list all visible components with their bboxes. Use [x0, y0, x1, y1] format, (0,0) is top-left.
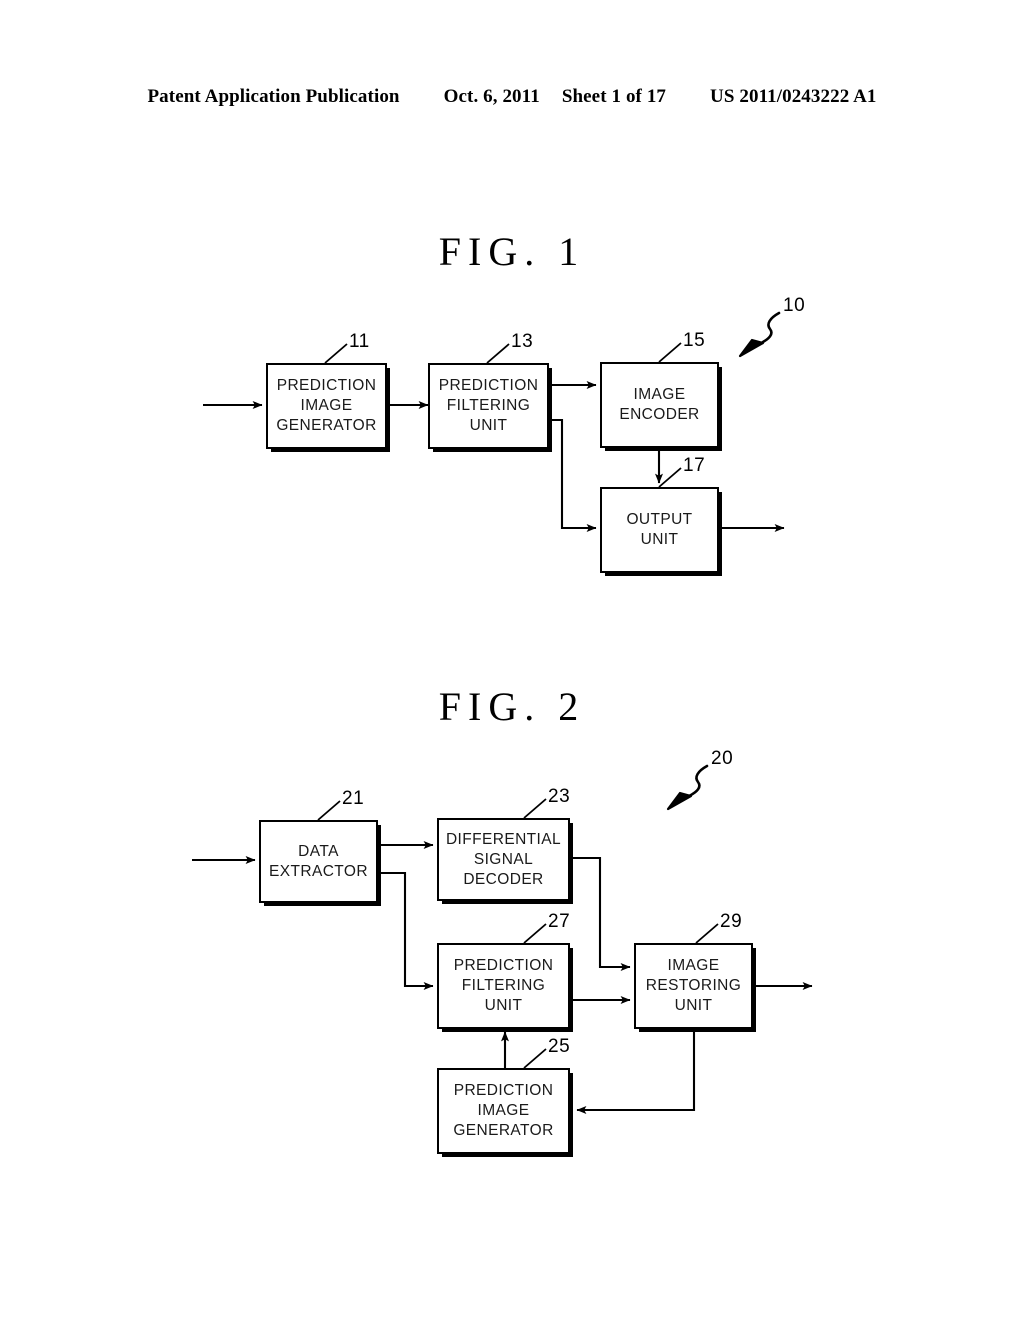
- header-sheet-label: Sheet 1 of 17: [561, 86, 667, 107]
- block-25-line-2: IMAGE: [477, 1102, 530, 1119]
- block-image-encoder-15[interactable]: IMAGE ENCODER: [600, 362, 719, 448]
- block-differential-signal-decoder-23[interactable]: DIFFERENTIAL SIGNAL DECODER: [437, 818, 570, 901]
- block-11-line-1: PREDICTION: [276, 377, 377, 394]
- block-21-line-2: EXTRACTOR: [269, 862, 368, 880]
- block-output-unit-17[interactable]: OUTPUT UNIT: [600, 487, 719, 573]
- block-27-line-2: FILTERING: [461, 977, 546, 994]
- reference-numeral-15: 15: [683, 330, 706, 351]
- block-prediction-image-generator-25[interactable]: PREDICTION IMAGE GENERATOR: [437, 1068, 570, 1154]
- block-data-extractor-21[interactable]: DATA EXTRACTOR: [259, 820, 378, 903]
- block-25-line-1: PREDICTION: [453, 1082, 554, 1099]
- block-23-line-2: SIGNAL: [473, 850, 534, 868]
- block-15-line-2: ENCODER: [619, 406, 700, 423]
- page-header: Patent Application Publication Oct. 6, 2…: [0, 86, 1024, 108]
- reference-numeral-23: 23: [548, 786, 571, 807]
- header-patent-number: US 2011/0243222 A1: [710, 86, 877, 107]
- block-13-line-2: FILTERING: [446, 397, 531, 414]
- block-21-line-1: DATA: [298, 842, 339, 860]
- block-17-line-2: UNIT: [640, 531, 679, 548]
- block-13-line-1: PREDICTION: [438, 377, 539, 394]
- block-17-line-1: OUTPUT: [626, 511, 693, 528]
- reference-numeral-29: 29: [720, 911, 743, 932]
- block-15-line-1: IMAGE: [633, 386, 686, 403]
- reference-numeral-27: 27: [548, 911, 571, 932]
- patent-drawing-page: Patent Application Publication Oct. 6, 2…: [0, 0, 1024, 1320]
- reference-numeral-17: 17: [683, 455, 706, 476]
- block-25-line-3: GENERATOR: [453, 1122, 554, 1139]
- block-29-line-2: RESTORING: [645, 977, 742, 994]
- block-11-line-2: IMAGE: [300, 397, 353, 414]
- block-prediction-image-generator-11[interactable]: PREDICTION IMAGE GENERATOR: [266, 363, 387, 449]
- block-prediction-filtering-unit-13[interactable]: PREDICTION FILTERING UNIT: [428, 363, 549, 449]
- reference-numeral-13: 13: [511, 331, 534, 352]
- assembly-reference-numeral-20: 20: [711, 748, 734, 769]
- figure-1-title: FIG. 1: [438, 229, 586, 274]
- reference-numeral-21: 21: [342, 788, 365, 809]
- figure-2-title: FIG. 2: [438, 684, 586, 729]
- assembly-reference-numeral-10: 10: [783, 295, 806, 316]
- reference-numeral-25: 25: [548, 1036, 571, 1057]
- block-13-line-3: UNIT: [469, 417, 508, 434]
- block-11-line-3: GENERATOR: [276, 417, 377, 434]
- block-prediction-filtering-unit-27[interactable]: PREDICTION FILTERING UNIT: [437, 943, 570, 1029]
- block-23-line-3: DECODER: [463, 870, 544, 888]
- block-image-restoring-unit-29[interactable]: IMAGE RESTORING UNIT: [634, 943, 753, 1029]
- block-29-line-1: IMAGE: [667, 957, 720, 974]
- block-27-line-1: PREDICTION: [453, 957, 554, 974]
- block-27-line-3: UNIT: [484, 997, 523, 1014]
- block-23-line-1: DIFFERENTIAL: [445, 830, 562, 848]
- header-date-label: Oct. 6, 2011: [443, 86, 540, 107]
- block-29-line-3: UNIT: [674, 997, 713, 1014]
- reference-numeral-11: 11: [349, 331, 370, 352]
- header-publication-label: Patent Application Publication: [147, 86, 400, 107]
